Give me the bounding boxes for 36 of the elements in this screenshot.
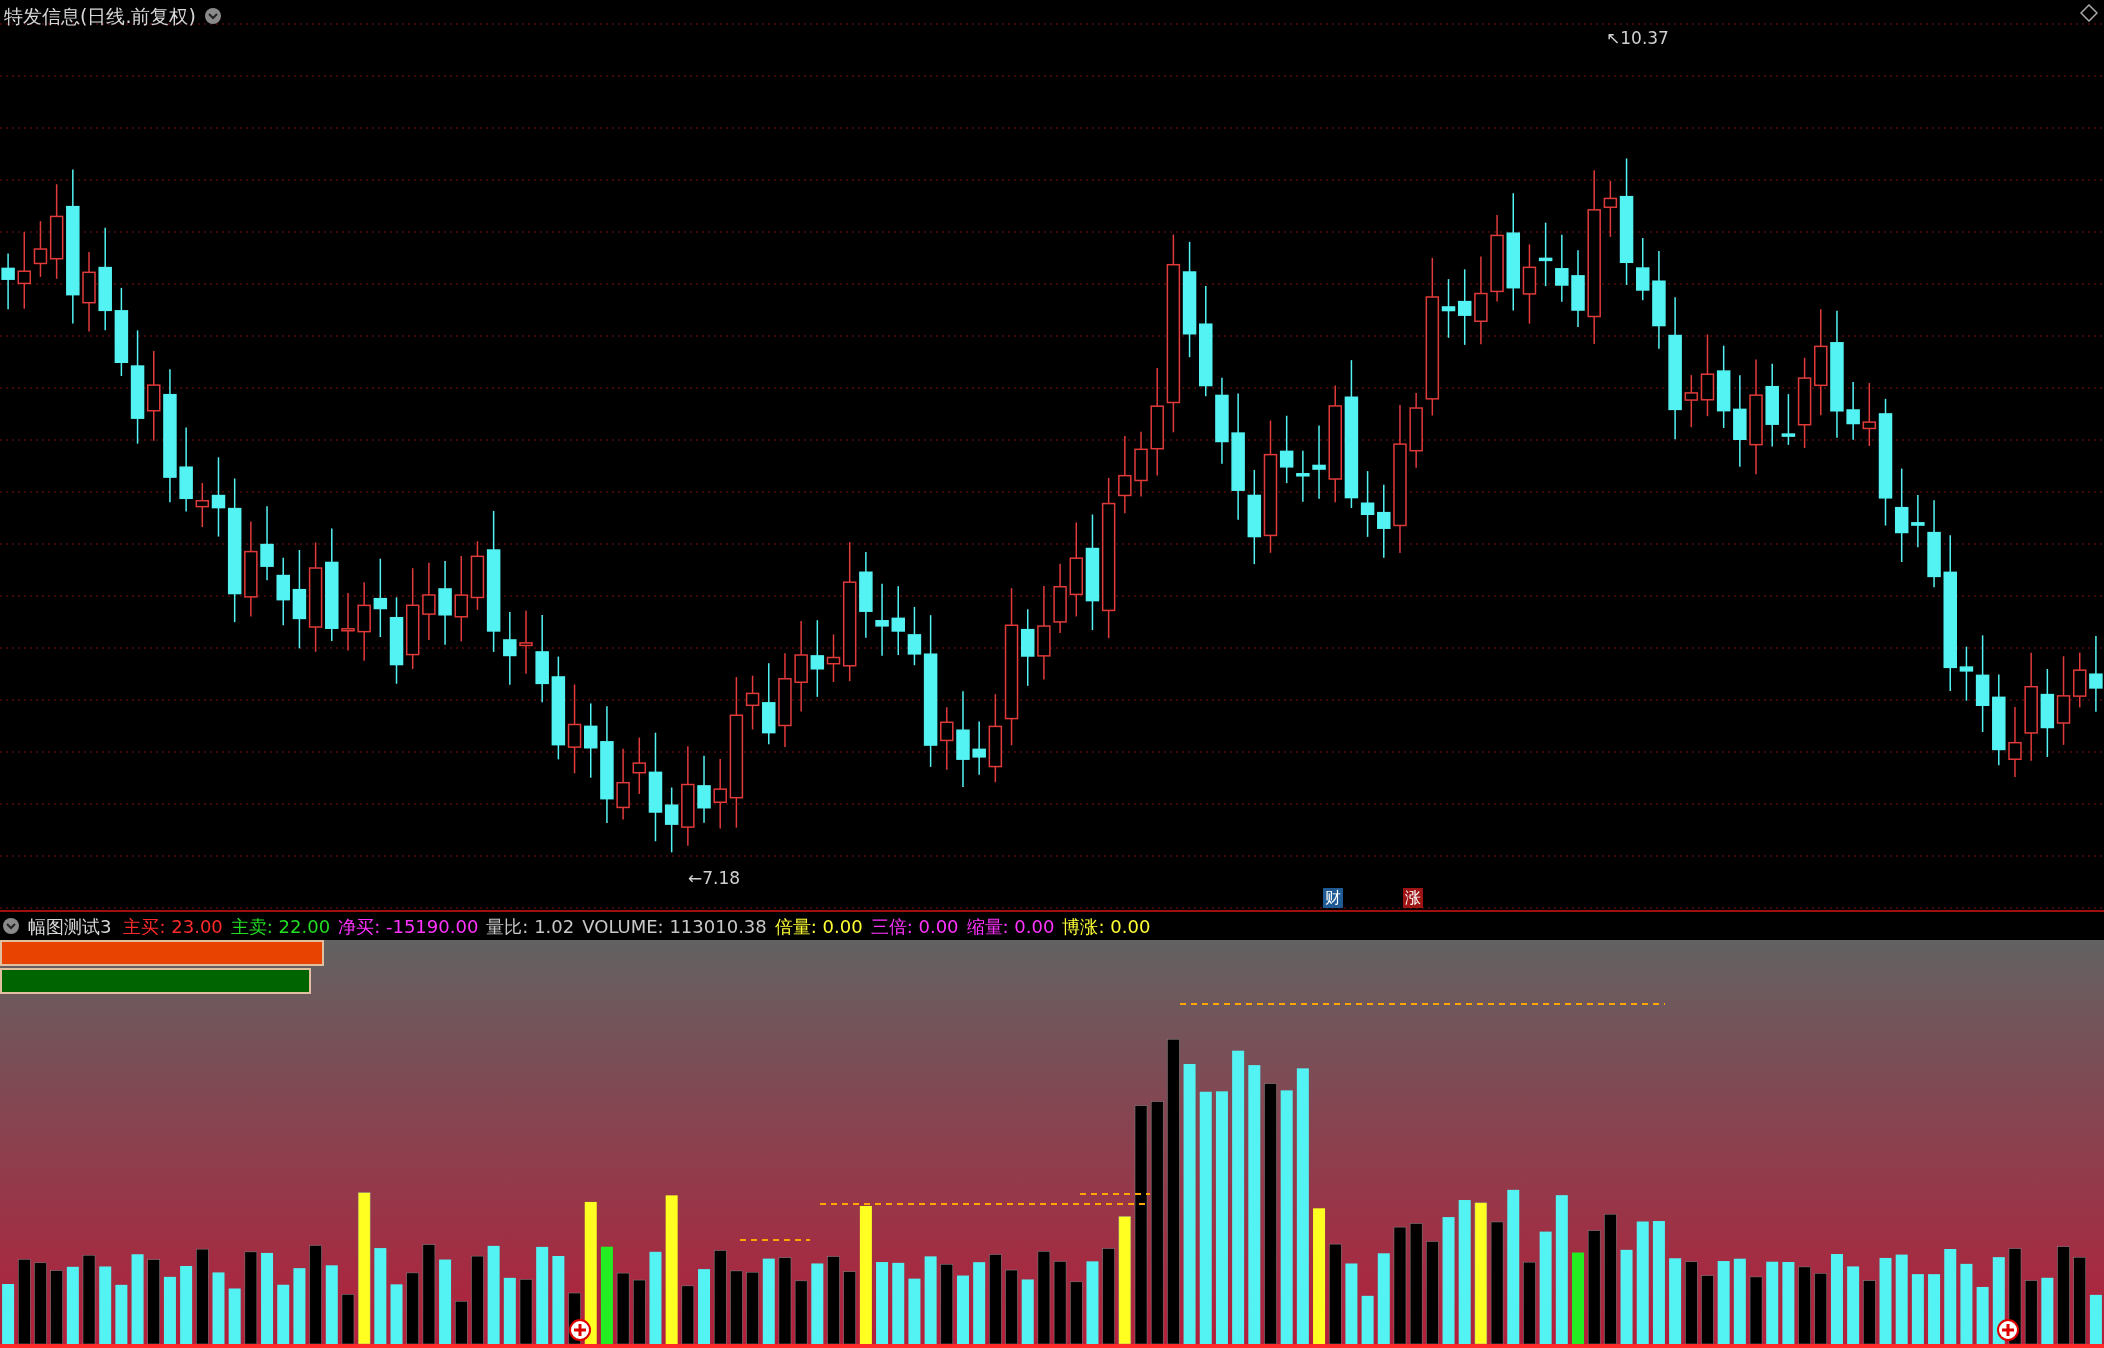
candlestick [697,755,711,824]
low-price-label: ←7.18 [688,867,741,890]
candlestick [713,758,727,830]
dropdown-icon[interactable] [203,7,222,26]
indicator-value: 倍量: 0.00 [774,914,863,939]
event-badge[interactable]: 涨 [1403,888,1423,908]
candlestick [1911,494,1925,548]
candlestick [1555,234,1569,303]
chart-title: 特发信息(日线.前复权) [4,4,196,29]
candlestick [1,252,15,310]
event-badge[interactable]: 财 [1323,888,1343,908]
candlestick [1846,381,1860,441]
indicator-value: 缩量: 0.00 [966,914,1055,939]
candlestick [1053,563,1067,634]
indicator-value: 主买: 23.00 [123,914,223,939]
candlestick [519,609,533,675]
indicator-value: 三倍: 0.00 [870,914,959,939]
candlestick [276,557,290,627]
candlestick [2008,706,2022,778]
indicator-value: 量比: 1.02 [486,914,575,939]
candlestick [940,706,954,771]
collapse-icon[interactable] [2,917,20,935]
indicator-value: 主卖: 22.00 [230,914,331,939]
indicator-value: VOLUME: 113010.38 [582,914,767,939]
candlestick [972,720,986,776]
diamond-icon[interactable] [2080,4,2098,22]
indicator-name: 幅图测试3 [28,914,112,939]
indicator-value: 净买: -15190.00 [338,914,479,939]
candlestick [341,592,355,652]
candlestick [891,585,905,656]
candlestick [1636,237,1650,301]
candlestick [1538,221,1553,287]
high-price-label: ↖10.37 [1606,27,1669,50]
indicator-value: 博涨: 0.00 [1062,914,1151,939]
candlestick [1296,450,1310,503]
candlestick [1134,430,1148,498]
